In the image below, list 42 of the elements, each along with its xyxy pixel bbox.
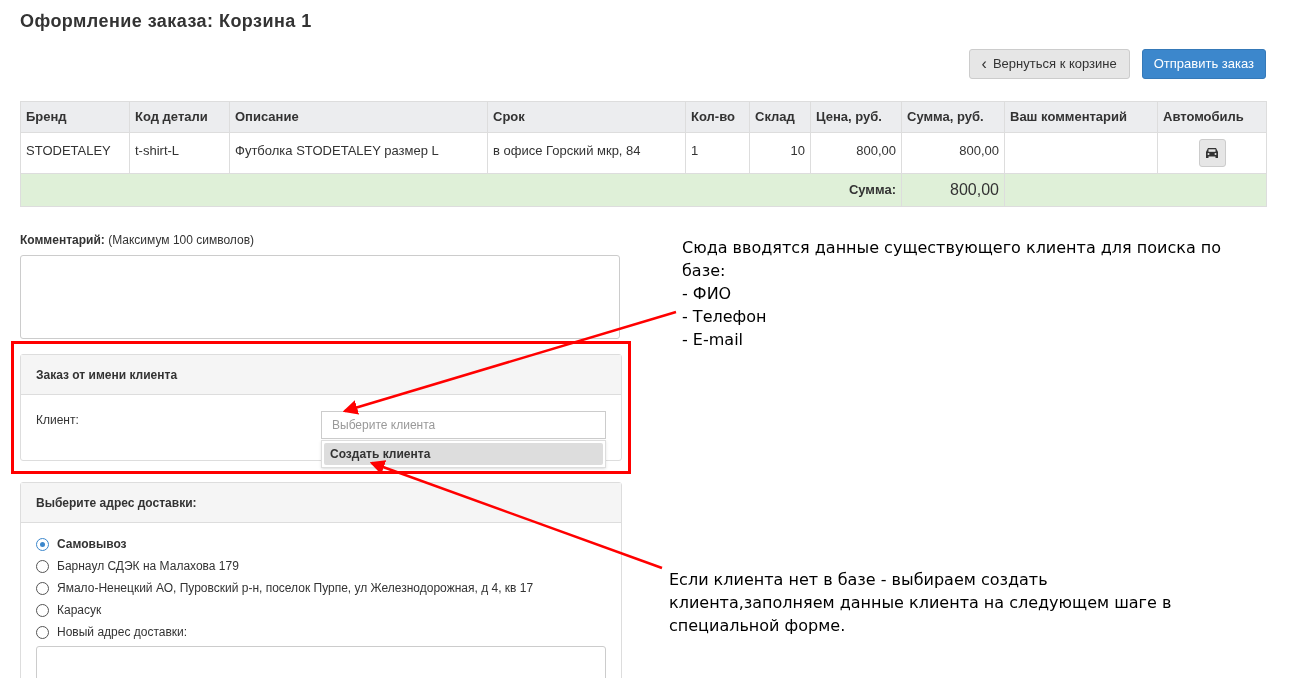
client-search-field[interactable]: Выберите клиента xyxy=(321,411,606,439)
panel-title: Заказ от имени клиента xyxy=(21,355,621,395)
column-header: Код детали xyxy=(129,101,230,133)
create-client-option[interactable]: Создать клиента xyxy=(324,443,603,465)
column-header: Описание xyxy=(229,101,488,133)
panel-title: Выберите адрес доставки: xyxy=(21,483,621,523)
total-value: 800,00 xyxy=(901,173,1005,207)
address-option: Ямало-Ненецкий АО, Пуровский р-н, поселок Пурпе, ул Железнодорожная, д 4, кв 17 xyxy=(57,579,534,597)
table-cell: Футболка STODETALEY размер L xyxy=(229,132,488,174)
column-header: Ваш комментарий xyxy=(1004,101,1158,133)
submit-order-button[interactable]: Отправить заказ xyxy=(1141,49,1266,79)
back-to-cart-button[interactable]: ‹ Вернуться к корзине xyxy=(968,49,1130,79)
address-option: Самовывоз xyxy=(57,535,127,553)
annotation-list-item: - E-mail xyxy=(682,329,745,351)
comment-field[interactable] xyxy=(20,255,620,339)
annotation-list-item: - Телефон xyxy=(682,306,768,328)
column-header: Срок xyxy=(487,101,686,133)
column-header: Кол-во xyxy=(685,101,750,133)
annotation-list-item: - ФИО xyxy=(682,283,733,305)
table-cell: 1 xyxy=(685,132,750,174)
annotation-text: Если клиента нет в базе - выбираем создать клиента,заполняем данные клиента на следующем шаге в специальной форме. xyxy=(669,569,1173,637)
table-cell: t-shirt-L xyxy=(129,132,230,174)
table-cell: 10 xyxy=(749,132,811,174)
car-icon xyxy=(1205,147,1219,159)
address-option: Карасук xyxy=(57,601,102,619)
page-title: Оформление заказа: Корзина 1 xyxy=(20,10,313,33)
column-header: Бренд xyxy=(20,101,130,133)
total-label: Сумма: xyxy=(20,173,902,207)
column-header: Цена, руб. xyxy=(810,101,902,133)
table-cell: STODETALEY xyxy=(20,132,130,174)
column-header: Сумма, руб. xyxy=(901,101,1005,133)
comment-label: Комментарий: (Максимум 100 символов) xyxy=(20,232,255,249)
column-header: Автомобиль xyxy=(1157,101,1267,133)
address-option: Барнаул СДЭК на Малахова 179 xyxy=(57,557,239,575)
table-cell: 800,00 xyxy=(810,132,902,174)
table-cell: 800,00 xyxy=(901,132,1005,174)
column-header: Склад xyxy=(749,101,811,133)
client-label: Клиент: xyxy=(36,412,80,429)
address-option: Новый адрес доставки: xyxy=(57,623,188,641)
annotation-text: Сюда вводятся данные существующего клиента для поиска по базе: xyxy=(682,237,1223,282)
table-cell: в офисе Горский мкр, 84 xyxy=(487,132,686,174)
car-button[interactable] xyxy=(1198,139,1226,167)
